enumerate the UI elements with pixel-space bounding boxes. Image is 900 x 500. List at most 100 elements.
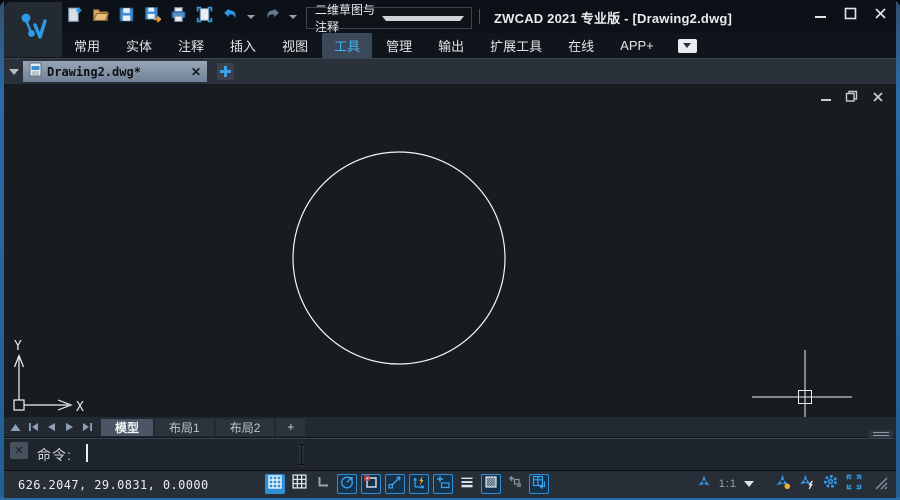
command-line-panel[interactable]: ✕ 命令: [4, 438, 896, 471]
ribbon-tab-annotate[interactable]: 注释 [166, 33, 216, 58]
doc-close-button[interactable] [871, 90, 884, 103]
ucs-y-label: Y [14, 339, 22, 354]
grid-toggle[interactable] [289, 474, 309, 494]
ribbon-collapse-button[interactable] [678, 39, 697, 53]
undo-button[interactable] [220, 7, 240, 27]
dynamic-ucs-toggle[interactable] [409, 474, 429, 494]
lineweight-icon [460, 475, 474, 494]
object-snap-icon [364, 475, 378, 494]
new-file-icon [66, 6, 83, 28]
command-close-button[interactable]: ✕ [10, 442, 28, 459]
ortho-toggle[interactable] [313, 474, 333, 494]
workspace-switch-icon [532, 475, 546, 494]
layout-last-button[interactable] [82, 422, 93, 433]
window-title: ZWCAD 2021 专业版 - [Drawing2.dwg] [494, 8, 732, 27]
status-toggles [265, 474, 549, 494]
minimize-button[interactable] [813, 6, 828, 21]
app-menu-button[interactable] [4, 2, 62, 57]
ribbon-tab-home[interactable]: 常用 [62, 33, 112, 58]
ribbon-tab-tools[interactable]: 工具 [322, 33, 372, 58]
drawing-viewport[interactable]: Y X [4, 84, 896, 418]
redo-button[interactable] [262, 7, 282, 27]
selection-cycling-icon [508, 475, 522, 494]
window-controls [813, 6, 888, 21]
ribbon-tab-output[interactable]: 输出 [426, 33, 476, 58]
ribbon-tab-extension-tools[interactable]: 扩展工具 [478, 33, 554, 58]
open-folder-icon [92, 6, 109, 28]
selection-cycling-toggle[interactable] [505, 474, 525, 494]
maximize-button[interactable] [843, 6, 858, 21]
settings-gear-icon[interactable] [822, 473, 839, 495]
layout-tab-layout1[interactable]: 布局1 [155, 419, 214, 436]
save-button[interactable] [116, 7, 136, 27]
chevron-down-icon [382, 16, 465, 21]
layout-next-button[interactable] [64, 422, 75, 433]
document-tab-bar: Drawing2.dwg* ✕ [4, 59, 896, 84]
save-as-button[interactable] [142, 7, 162, 27]
annotation-visibility-icon[interactable] [774, 473, 791, 495]
annotation-autoscale-icon[interactable] [798, 473, 815, 495]
drawing-scene: Y X [4, 84, 896, 417]
coordinates-readout: 626.2047, 29.0831, 0.0000 [18, 478, 209, 492]
document-tab-close-icon[interactable]: ✕ [191, 66, 201, 78]
layout-prev-button[interactable] [46, 422, 57, 433]
ribbon-tab-app-plus[interactable]: APP+ [608, 35, 666, 56]
layout-tab-layout2[interactable]: 布局2 [216, 419, 275, 436]
open-file-button[interactable] [90, 7, 110, 27]
annotation-scale-value[interactable]: 1:1 [719, 478, 737, 490]
workspace-selector[interactable]: 二维草图与注释 [306, 7, 472, 29]
layout-tab-bar: 模型 布局1 布局2 + [4, 417, 896, 437]
layout-tab-add-button[interactable]: + [276, 419, 305, 436]
workspace-switch-toggle[interactable] [529, 474, 549, 494]
layout-tab-model[interactable]: 模型 [101, 419, 153, 436]
annotation-scale-dropdown-icon[interactable] [744, 481, 754, 487]
layout-menu-up-icon[interactable] [10, 422, 21, 433]
close-button[interactable] [873, 6, 888, 21]
crosshair-cursor [752, 350, 852, 417]
circle-entity[interactable] [293, 152, 505, 364]
lineweight-toggle[interactable] [457, 474, 477, 494]
status-bar: 626.2047, 29.0831, 0.0000 [4, 470, 896, 498]
fullscreen-icon[interactable] [846, 474, 862, 495]
window-border-right [896, 0, 900, 500]
redo-dropdown-arrow[interactable] [289, 15, 297, 19]
ribbon-tab-bar: 常用 实体 注释 插入 视图 工具 管理 输出 扩展工具 在线 APP+ [62, 33, 896, 58]
document-list-dropdown[interactable] [9, 69, 19, 75]
polar-tracking-icon [340, 475, 354, 494]
dynamic-ucs-icon [412, 475, 426, 494]
polar-tracking-toggle[interactable] [337, 474, 357, 494]
plot-preview-button[interactable] [194, 7, 214, 27]
dynamic-input-toggle[interactable] [433, 474, 453, 494]
new-file-button[interactable] [64, 7, 84, 27]
snap-toggle[interactable] [265, 474, 285, 494]
command-window-grip[interactable] [869, 430, 893, 438]
doc-restore-button[interactable] [845, 90, 858, 103]
command-prompt: 命令: [37, 445, 72, 465]
ribbon-tab-manage[interactable]: 管理 [374, 33, 424, 58]
resize-grip-icon[interactable] [872, 474, 888, 495]
document-tab-active[interactable]: Drawing2.dwg* ✕ [23, 61, 207, 82]
ribbon-tab-online[interactable]: 在线 [556, 33, 606, 58]
ribbon-tab-insert[interactable]: 插入 [218, 33, 268, 58]
transparency-toggle[interactable] [481, 474, 501, 494]
object-snap-tracking-toggle[interactable] [385, 474, 405, 494]
quick-access-toolbar: ? [64, 7, 324, 27]
ribbon-tab-view[interactable]: 视图 [270, 33, 320, 58]
snap-grid-icon [268, 475, 282, 494]
layout-first-button[interactable] [28, 422, 39, 433]
undo-dropdown-arrow[interactable] [247, 15, 255, 19]
transparency-icon [484, 475, 498, 494]
new-document-tab-button[interactable] [217, 63, 234, 80]
grid-icon [292, 474, 307, 494]
document-tab-label: Drawing2.dwg* [47, 65, 186, 79]
object-snap-tracking-icon [388, 475, 402, 494]
object-snap-toggle[interactable] [361, 474, 381, 494]
print-button[interactable] [168, 7, 188, 27]
save-as-icon [144, 6, 161, 28]
dwg-file-icon [29, 62, 42, 82]
ribbon-tab-solid[interactable]: 实体 [114, 33, 164, 58]
ibeam-mouse-cursor [296, 443, 307, 471]
annotation-scale-icon [696, 474, 712, 495]
doc-minimize-button[interactable] [819, 90, 832, 103]
ortho-icon [316, 475, 330, 494]
